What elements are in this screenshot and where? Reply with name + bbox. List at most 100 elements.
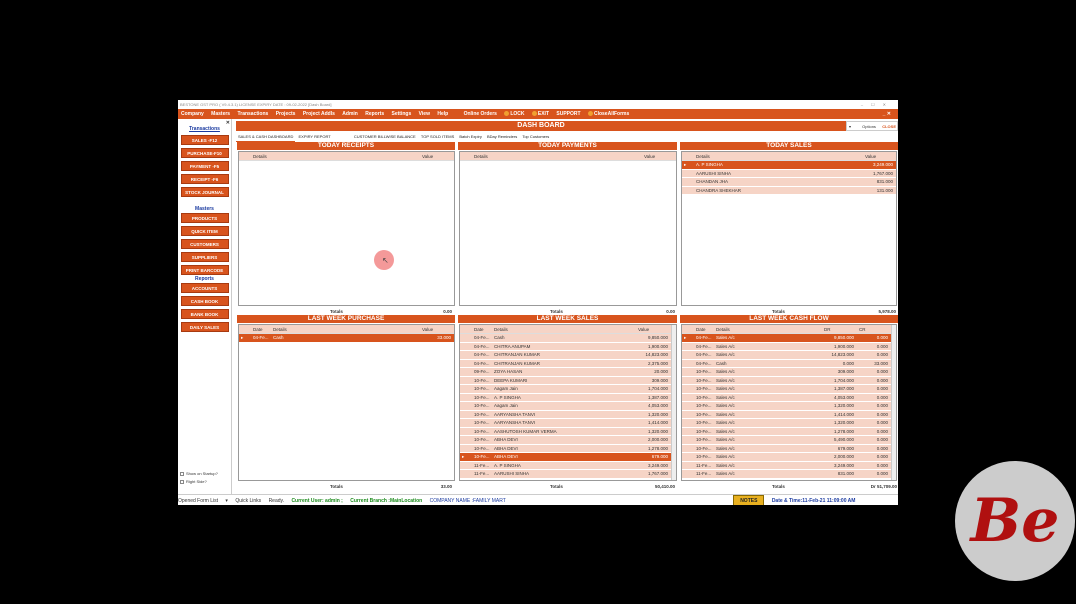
table-row[interactable]: 10-Fe... Sales A/c 1,320.000 0.000: [682, 402, 896, 411]
last-week-sales-grid[interactable]: Date Details Value 04-Fe... Cash 9,850.000…: [459, 324, 677, 481]
menu-view[interactable]: View: [416, 109, 433, 119]
table-row[interactable]: 10-Fe... AARYANSHA TANVI 1,320.000: [460, 410, 676, 419]
window-controls[interactable]: –☐✕: [861, 100, 894, 109]
table-row[interactable]: 04-Fe... Sales A/c 1,900.000 0.000: [682, 342, 896, 351]
tab-customer-billwise-balance[interactable]: CUSTOMER BILLWISE BALANCE: [352, 133, 418, 141]
today-receipts-grid[interactable]: Details Value: [238, 151, 455, 306]
table-row[interactable]: 11-Fe... A. P SINGHA 3,249.000: [460, 461, 676, 470]
table-row[interactable]: 10-Fe... Aagam Jain 4,053.000: [460, 402, 676, 411]
sales-button[interactable]: SALES -F12: [180, 135, 229, 145]
table-row[interactable]: 10-Fe... AASHUTOSH KUMAR VERMA 1,320.000: [460, 427, 676, 436]
menu-transactions[interactable]: Transactions: [234, 109, 271, 119]
menu-online-orders[interactable]: Online Orders: [461, 109, 500, 119]
table-row[interactable]: CHANDRA SHEKHAR 131.000: [682, 186, 896, 195]
last-week-cash-flow-scrollbar[interactable]: [891, 325, 896, 480]
menu-admin[interactable]: Admin: [339, 109, 361, 119]
menu-help[interactable]: Help: [434, 109, 451, 119]
cell-details: Sales A/c: [716, 420, 735, 425]
table-row[interactable]: 10-Fe... Sales A/c 1,278.000 0.000: [682, 427, 896, 436]
exit-button[interactable]: EXIT: [529, 109, 552, 119]
products-button[interactable]: PRODUCTS: [180, 213, 229, 223]
cell-dr: 1,704.000: [833, 377, 854, 383]
tab-top-sold-items[interactable]: TOP SOLD ITEMS: [419, 133, 456, 141]
notes-button[interactable]: NOTES: [733, 495, 765, 505]
cash-book-button[interactable]: CASH BOOK: [180, 296, 229, 306]
table-row[interactable]: AARUSHI SINHA 1,767.000: [682, 169, 896, 178]
table-row[interactable]: 04-Fe... Cash 0.000 33.000: [682, 359, 896, 368]
customers-button[interactable]: CUSTOMERS: [180, 239, 229, 249]
table-row[interactable]: CHANDAN JHA 831.000: [682, 178, 896, 187]
payment-button[interactable]: PAYMENT -F5: [180, 161, 229, 171]
right-side-checkbox[interactable]: Right Side?: [180, 479, 207, 484]
table-row[interactable]: 04-Fe... Cash 33.000 ▸: [239, 334, 454, 343]
today-sales-grid[interactable]: Details Value A. P SINGHA 3,249.000 ▸ AARUS…: [681, 151, 897, 306]
today-payments-grid[interactable]: Details Value: [459, 151, 677, 306]
table-row[interactable]: 10-Fe... Sales A/c 2,000.000 0.000: [682, 453, 896, 462]
lock-button[interactable]: LOCK: [501, 109, 527, 119]
menu-masters[interactable]: Masters: [208, 109, 233, 119]
print-barcode-button[interactable]: PRINT BARCODE: [180, 265, 229, 275]
cell-dr: 0.000: [842, 360, 854, 366]
receipt-button[interactable]: RECEIPT -F6: [180, 174, 229, 184]
table-row[interactable]: 10-Fe... Sales A/c 1,387.000 0.000: [682, 385, 896, 394]
accounts-button[interactable]: ACCOUNTS: [180, 283, 229, 293]
menu-settings[interactable]: Settings: [389, 109, 415, 119]
stock-journal-button[interactable]: STOCK JOURNAL: [180, 187, 229, 197]
bank-book-button[interactable]: BANK BOOK: [180, 309, 229, 319]
table-row[interactable]: 10-Fe... Sales A/c 1,320.000 0.000: [682, 419, 896, 428]
last-week-sales-scrollbar[interactable]: [671, 325, 676, 480]
tab-expiry-report[interactable]: EXPIRY REPORT: [296, 133, 332, 141]
table-row[interactable]: 04-Fe... Sales A/c 9,850.000 0.000 ▸: [682, 334, 896, 343]
table-row[interactable]: 09-Fe... ZOYA HASAN 20.000: [460, 368, 676, 377]
options-button[interactable]: Options: [862, 124, 876, 129]
table-row[interactable]: 10-Fe... AARYANSHA TANVI 1,414.000: [460, 419, 676, 428]
table-row[interactable]: 04-Fe... CHITRANJAN KUMAR 14,823.000: [460, 351, 676, 360]
tab-bday-reminders[interactable]: BDay Reminders: [485, 133, 519, 141]
purchase-button[interactable]: PURCHASE-F10: [180, 148, 229, 158]
table-row[interactable]: 10-Fe... ABHA DEVI 1,278.000: [460, 444, 676, 453]
table-row[interactable]: 10-Fe... Sales A/c 1,414.000 0.000: [682, 410, 896, 419]
table-row[interactable]: 10-Fe... Sales A/c 4,053.000 0.000: [682, 393, 896, 402]
table-row[interactable]: 04-Fe... Cash 9,850.000: [460, 334, 676, 343]
quick-links[interactable]: Quick Links: [235, 496, 261, 505]
tab-batch-expiry[interactable]: Batch Expiry: [457, 133, 483, 141]
table-row[interactable]: A. P SINGHA 3,249.000 ▸: [682, 161, 896, 170]
table-row[interactable]: 10-Fe... DEEPA KUMARI 309.000: [460, 376, 676, 385]
table-row[interactable]: 10-Fe... Sales A/c 309.000 0.000: [682, 368, 896, 377]
menu-projects[interactable]: Projects: [273, 109, 299, 119]
sidebar-close-icon[interactable]: ✕: [226, 120, 230, 126]
table-row[interactable]: 10-Fe... ABHA DEVI 2,000.000: [460, 436, 676, 445]
dashboard-close-button[interactable]: CLOSE: [882, 122, 896, 132]
support-button[interactable]: SUPPORT: [553, 109, 583, 119]
suppliers-button[interactable]: SUPPLIERS: [180, 252, 229, 262]
chevron-down-icon[interactable]: ▾: [849, 124, 851, 129]
daily-sales-button[interactable]: DAILY SALES: [180, 322, 229, 332]
table-row[interactable]: 10-Fe... Sales A/c 1,704.000 0.000: [682, 376, 896, 385]
table-row[interactable]: 04-Fe... CHITRA ANUPAM 1,900.000: [460, 342, 676, 351]
table-row[interactable]: 10-Fe... ABHA DEVI 679.000 ▸: [460, 453, 676, 462]
table-row[interactable]: 11-Fe... Sales A/c 831.000 0.000: [682, 470, 896, 479]
tab-sales-cash-dashboard[interactable]: SALES & CASH DASHBOARD: [236, 133, 296, 142]
table-row[interactable]: 10-Fe... A. P SINGHA 1,387.000: [460, 393, 676, 402]
quick-item-button[interactable]: QUICK ITEM: [180, 226, 229, 236]
table-row[interactable]: 11-Fe... Sales A/c 3,249.000 0.000: [682, 461, 896, 470]
cell-cr: 0.000: [876, 343, 888, 349]
table-row[interactable]: 04-Fe... CHITRANJAN KUMAR 2,375.000: [460, 359, 676, 368]
table-row[interactable]: 10-Fe... Sales A/c 679.000 0.000: [682, 444, 896, 453]
table-row[interactable]: 10-Fe... Aagam Jain 1,704.000: [460, 385, 676, 394]
table-row[interactable]: 04-Fe... Sales A/c 14,823.000 0.000: [682, 351, 896, 360]
opened-form-list[interactable]: Opened Form List ▾: [178, 496, 228, 505]
lock-icon: [504, 111, 510, 117]
menu-reports[interactable]: Reports: [362, 109, 387, 119]
show-on-startup-checkbox[interactable]: Show on Startup?: [180, 471, 218, 476]
table-row[interactable]: 11-Fe... AARUSHI SINHA 1,767.000: [460, 470, 676, 479]
table-row[interactable]: 10-Fe... Sales A/c 5,490.000 0.000: [682, 436, 896, 445]
tab-top-customers[interactable]: Top Customers: [520, 133, 551, 141]
inner-window-controls[interactable]: _ ✕: [880, 109, 894, 119]
menu-project-addls[interactable]: Project Addls: [300, 109, 338, 119]
last-week-cash-flow-grid[interactable]: Date Details DR CR 04-Fe... Sales A/c 9,85…: [681, 324, 897, 481]
last-week-purchase-grid[interactable]: Date Details Value 04-Fe... Cash 33.000 ▸: [238, 324, 455, 481]
close-all-forms-button[interactable]: CloseAllForms: [585, 109, 632, 119]
menu-company[interactable]: Company: [178, 109, 207, 119]
cell-date: 04-Fe...: [696, 360, 712, 366]
